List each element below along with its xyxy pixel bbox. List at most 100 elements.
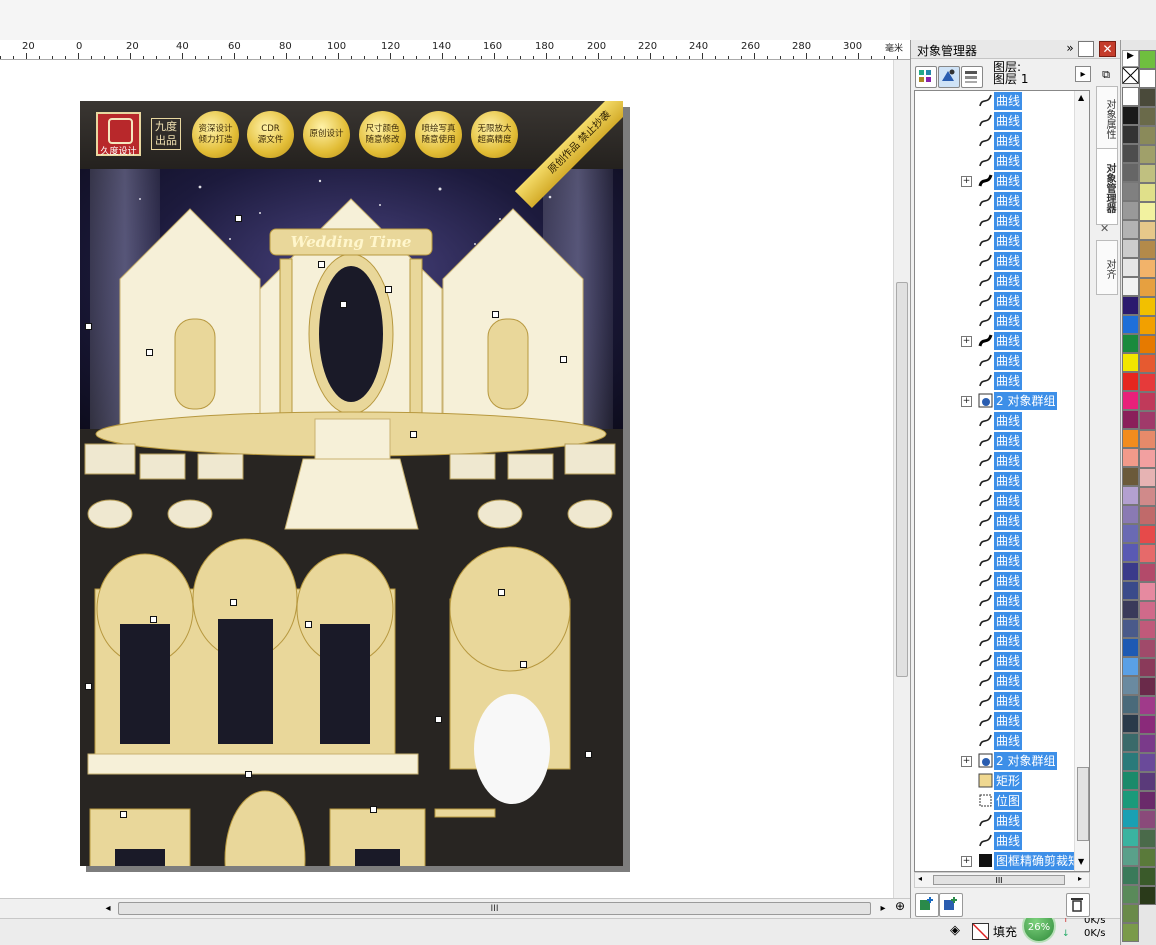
tree-row[interactable]: 曲线	[915, 471, 1073, 491]
selection-handle[interactable]	[120, 811, 127, 818]
selection-handle[interactable]	[318, 261, 325, 268]
color-swatch[interactable]	[1122, 752, 1139, 771]
color-swatch[interactable]	[1122, 562, 1139, 581]
tree-row[interactable]: +2 对象群组	[915, 391, 1073, 411]
selection-handle[interactable]	[385, 286, 392, 293]
color-swatch[interactable]	[1139, 620, 1156, 639]
color-swatch[interactable]	[1122, 353, 1139, 372]
layer-manager-view-icon[interactable]	[961, 66, 983, 88]
color-swatch[interactable]	[1139, 411, 1156, 430]
color-swatch[interactable]	[1139, 145, 1156, 164]
color-swatch[interactable]	[1139, 183, 1156, 202]
new-layer-icon[interactable]	[915, 893, 939, 917]
color-swatch[interactable]	[1139, 259, 1156, 278]
tree-row[interactable]: 曲线	[915, 271, 1073, 291]
tree-row[interactable]: +2 对象群组	[915, 751, 1073, 771]
color-swatch[interactable]	[1122, 771, 1139, 790]
color-swatch[interactable]	[1139, 734, 1156, 753]
tree-row[interactable]: 曲线	[915, 511, 1073, 531]
minimize-docker-button[interactable]	[1078, 41, 1094, 57]
tree-horizontal-scrollbar[interactable]: ◂ III ▸	[914, 872, 1090, 888]
selection-handle[interactable]	[370, 806, 377, 813]
color-swatch[interactable]	[1139, 810, 1156, 829]
color-swatch[interactable]	[1139, 563, 1156, 582]
horizontal-ruler[interactable]: 20 0 20 40 60 80 100 120 140 160 180 200…	[0, 40, 910, 60]
color-swatch[interactable]	[1139, 658, 1156, 677]
color-swatch[interactable]	[1122, 543, 1139, 562]
selection-handle[interactable]	[520, 661, 527, 668]
tree-row[interactable]: 曲线	[915, 91, 1073, 111]
color-swatch[interactable]	[1139, 696, 1156, 715]
navigator-zoom-icon[interactable]: ⊕	[891, 899, 909, 917]
color-swatch[interactable]	[1139, 886, 1156, 905]
tree-row[interactable]: 曲线	[915, 131, 1073, 151]
tree-row[interactable]: 曲线	[915, 491, 1073, 511]
selection-handle[interactable]	[230, 599, 237, 606]
tree-row[interactable]: 曲线	[915, 591, 1073, 611]
color-swatch[interactable]	[1139, 848, 1156, 867]
color-swatch[interactable]	[1122, 923, 1139, 942]
color-swatch[interactable]	[1122, 429, 1139, 448]
color-swatch[interactable]	[1139, 430, 1156, 449]
color-swatch[interactable]	[1139, 772, 1156, 791]
expand-plus-icon[interactable]: +	[961, 176, 972, 187]
selection-handle[interactable]	[146, 349, 153, 356]
color-swatch[interactable]	[1122, 258, 1139, 277]
selection-handle[interactable]	[435, 716, 442, 723]
color-swatch[interactable]	[1122, 277, 1139, 296]
scroll-left-arrow-icon[interactable]: ◂	[101, 901, 115, 916]
tree-row[interactable]: 曲线	[915, 191, 1073, 211]
tree-row[interactable]: 曲线	[915, 611, 1073, 631]
expand-plus-icon[interactable]: +	[961, 396, 972, 407]
selection-handle[interactable]	[85, 323, 92, 330]
color-swatch[interactable]	[1139, 791, 1156, 810]
color-swatch[interactable]	[1122, 676, 1139, 695]
color-swatch[interactable]	[1122, 581, 1139, 600]
tree-scroll-left-icon[interactable]: ◂	[918, 874, 922, 883]
tree-row[interactable]: 曲线	[915, 251, 1073, 271]
canvas-vertical-scrollbar[interactable]	[893, 60, 910, 898]
color-swatch[interactable]	[1122, 182, 1139, 201]
tab-object-properties[interactable]: 对象属性	[1096, 86, 1118, 149]
tree-row[interactable]: 曲线	[915, 531, 1073, 551]
color-swatch[interactable]	[1139, 449, 1156, 468]
edit-across-layers-icon[interactable]	[938, 66, 960, 88]
tree-row[interactable]: 曲线	[915, 151, 1073, 171]
selection-handle[interactable]	[560, 356, 567, 363]
color-swatch[interactable]	[1122, 847, 1139, 866]
delete-trash-icon[interactable]	[1066, 893, 1090, 917]
tree-row[interactable]: 曲线	[915, 551, 1073, 571]
color-swatch[interactable]	[1139, 335, 1156, 354]
tree-vertical-scrollbar[interactable]: ▲ ▼	[1074, 91, 1089, 871]
color-swatch[interactable]	[1122, 790, 1139, 809]
selection-handle[interactable]	[410, 431, 417, 438]
expand-plus-icon[interactable]: +	[961, 856, 972, 867]
color-swatch[interactable]	[1139, 506, 1156, 525]
color-swatch[interactable]	[1122, 220, 1139, 239]
color-swatch[interactable]	[1122, 695, 1139, 714]
tree-row[interactable]: 曲线	[915, 691, 1073, 711]
color-swatch[interactable]	[1139, 316, 1156, 335]
color-swatch[interactable]	[1139, 373, 1156, 392]
tree-row[interactable]: 曲线	[915, 431, 1073, 451]
color-swatch[interactable]	[1139, 354, 1156, 373]
collapse-docker-icon[interactable]: »	[1062, 41, 1078, 57]
new-master-layer-icon[interactable]	[939, 893, 963, 917]
color-swatch[interactable]	[1122, 505, 1139, 524]
color-swatch[interactable]	[1122, 809, 1139, 828]
tree-row[interactable]: 位图	[915, 791, 1073, 811]
color-swatch[interactable]	[1122, 904, 1139, 923]
selection-handle[interactable]	[245, 771, 252, 778]
color-swatch[interactable]	[1139, 582, 1156, 601]
tree-row[interactable]: 曲线	[915, 291, 1073, 311]
color-swatch[interactable]	[1122, 828, 1139, 847]
color-swatch[interactable]	[1139, 525, 1156, 544]
tree-row[interactable]: 曲线	[915, 811, 1073, 831]
color-swatch[interactable]	[1122, 334, 1139, 353]
selection-handle[interactable]	[498, 589, 505, 596]
scroll-right-arrow-icon[interactable]: ▸	[876, 901, 890, 916]
color-swatch[interactable]	[1139, 240, 1156, 259]
tree-scroll-thumb[interactable]	[1077, 767, 1089, 841]
color-swatch[interactable]	[1122, 467, 1139, 486]
tree-row[interactable]: 曲线	[915, 211, 1073, 231]
